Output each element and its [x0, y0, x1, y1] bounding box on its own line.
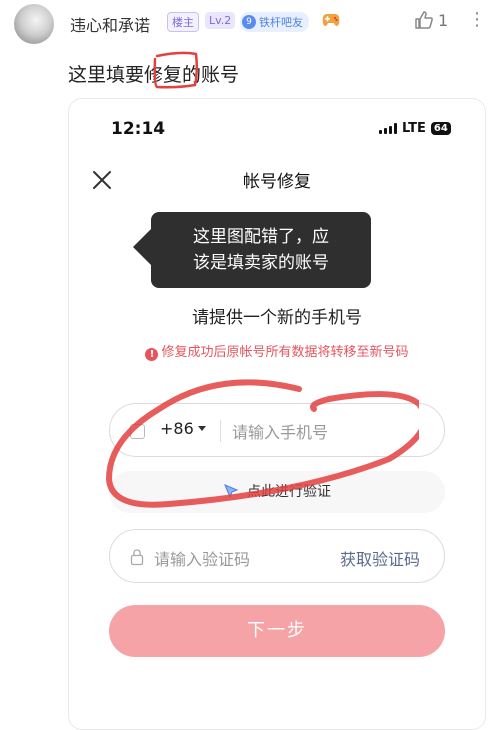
annotation-tooltip: 这里图配错了，应 该是填卖家的账号	[151, 212, 371, 288]
avatar[interactable]	[14, 4, 54, 44]
lock-icon	[130, 549, 144, 566]
warning-text: ! 修复成功后原帐号所有数据将转移至新号码	[69, 341, 485, 361]
chevron-down-icon	[197, 426, 206, 431]
exclamation-circle-icon: !	[145, 348, 159, 361]
more-vertical-icon[interactable]: ⋮	[468, 10, 486, 32]
network-label: LTE	[402, 121, 426, 136]
warning-label: 修复成功后原帐号所有数据将转移至新号码	[161, 345, 409, 360]
post-text-before: 这里填要	[68, 64, 145, 86]
cursor-icon	[224, 484, 239, 499]
country-code-select[interactable]: +86	[160, 419, 206, 438]
verify-label: 点此进行验证	[247, 484, 331, 500]
status-bar-right: LTE 64	[379, 121, 451, 136]
fan-badge-label: 铁杆吧友	[259, 16, 303, 29]
gamepad-icon	[322, 14, 340, 26]
phone-screenshot[interactable]: 12:14 LTE 64 帐号修复 这里图配错了，应 该是填卖家的账号 请提供一…	[68, 98, 486, 730]
thumbs-up-icon	[415, 11, 433, 29]
status-time: 12:14	[111, 119, 166, 139]
form-heading: 请提供一个新的手机号	[192, 308, 362, 328]
like-count: 1	[438, 10, 449, 30]
agree-checkbox[interactable]	[130, 424, 145, 439]
get-code-button[interactable]: 获取验证码	[340, 546, 420, 570]
level-badge: Lv.2	[205, 12, 236, 29]
tooltip-tail	[133, 227, 153, 267]
verification-code-field[interactable]: 请输入验证码 获取验证码	[109, 529, 445, 583]
field-divider	[220, 420, 221, 442]
country-code-value: +86	[160, 419, 194, 438]
phone-field[interactable]: +86 请输入手机号	[109, 403, 445, 457]
tooltip-line-1: 这里图配错了，应	[193, 227, 329, 247]
next-button[interactable]: 下一步	[109, 605, 445, 657]
tooltip-line-2: 该是填卖家的账号	[193, 253, 329, 273]
username[interactable]: 违心和承诺	[70, 12, 150, 36]
fan-badge: 9 铁杆吧友	[240, 12, 309, 32]
verify-button[interactable]: 点此进行验证	[109, 471, 445, 513]
phone-input[interactable]: 请输入手机号	[232, 419, 328, 443]
highlight-annotation	[153, 51, 199, 89]
post-header: 违心和承诺 楼主 Lv.2 9 铁杆吧友 1 ⋮	[0, 0, 500, 48]
owner-badge: 楼主	[167, 12, 199, 32]
fan-level-icon: 9	[242, 15, 256, 29]
like-button[interactable]: 1	[414, 10, 448, 30]
battery-icon: 64	[430, 122, 451, 135]
signal-icon	[379, 123, 397, 134]
verification-code-input[interactable]: 请输入验证码	[154, 546, 250, 570]
page-title: 帐号修复	[243, 172, 311, 192]
